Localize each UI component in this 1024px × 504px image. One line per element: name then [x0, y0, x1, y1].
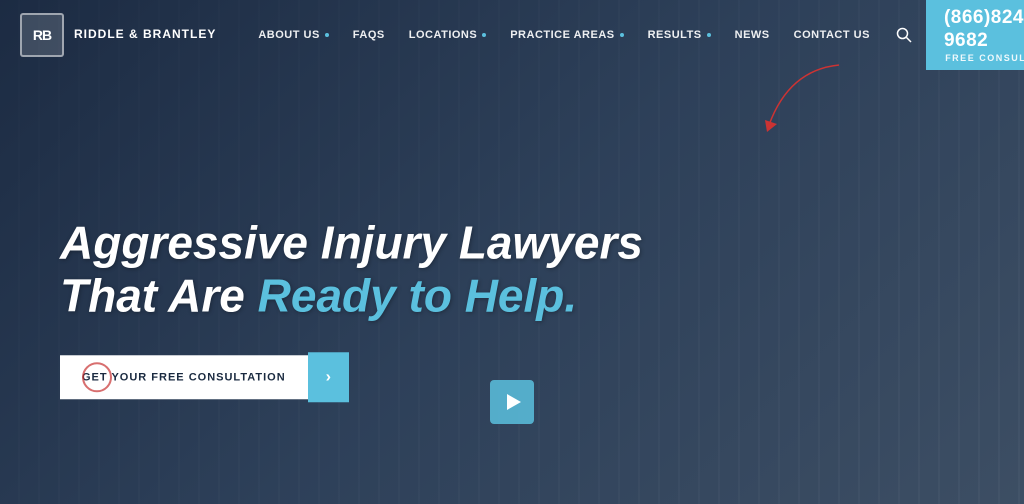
hero-title: Aggressive Injury Lawyers That Are Ready… [60, 216, 643, 322]
nav-about[interactable]: ABOUT US [246, 0, 340, 70]
nav-dot [620, 33, 624, 37]
nav-locations[interactable]: LOCATIONS [397, 0, 498, 70]
nav-dot [707, 33, 711, 37]
arrow-icon: › [326, 368, 331, 386]
hero-content: Aggressive Injury Lawyers That Are Ready… [0, 216, 703, 402]
logo-area[interactable]: RB RIDDLE & BRANTLEY [0, 13, 216, 57]
play-button[interactable] [490, 380, 534, 424]
brand-name: RIDDLE & BRANTLEY [74, 27, 216, 43]
cta-arrow-button[interactable]: › [308, 352, 349, 402]
nav-links: ABOUT US FAQS LOCATIONS PRACTICE AREAS R… [246, 0, 882, 70]
video-play-area [490, 380, 534, 424]
nav-news[interactable]: NEWS [723, 0, 782, 70]
nav-right: ESPANOL (866)824-9682 FREE CONSULTATION [882, 0, 1024, 70]
search-icon [896, 27, 912, 43]
free-consultation-label: FREE CONSULTATION [945, 53, 1024, 63]
phone-number: (866)824-9682 [944, 7, 1024, 53]
cta-main-button[interactable]: GET YOUR FREE CONSULTATION [60, 355, 308, 399]
hero-title-line2-blue: Ready to Help. [258, 269, 578, 321]
phone-cta[interactable]: ESPANOL (866)824-9682 FREE CONSULTATION [926, 0, 1024, 70]
nav-dot [325, 33, 329, 37]
navbar: RB RIDDLE & BRANTLEY ABOUT US FAQS LOCAT… [0, 0, 1024, 70]
cta-button-wrap: GET YOUR FREE CONSULTATION › [60, 352, 643, 402]
hero-title-line2-plain: That Are [60, 269, 258, 321]
nav-results[interactable]: RESULTS [636, 0, 723, 70]
nav-faqs[interactable]: FAQS [341, 0, 397, 70]
hero-section: RB RIDDLE & BRANTLEY ABOUT US FAQS LOCAT… [0, 0, 1024, 504]
nav-dot [482, 33, 486, 37]
search-button[interactable] [882, 0, 926, 70]
logo-icon: RB [20, 13, 64, 57]
logo-initials: RB [33, 27, 51, 43]
nav-contact[interactable]: CONTACT US [782, 0, 882, 70]
nav-practice-areas[interactable]: PRACTICE AREAS [498, 0, 635, 70]
hero-title-line1: Aggressive Injury Lawyers [60, 216, 643, 268]
